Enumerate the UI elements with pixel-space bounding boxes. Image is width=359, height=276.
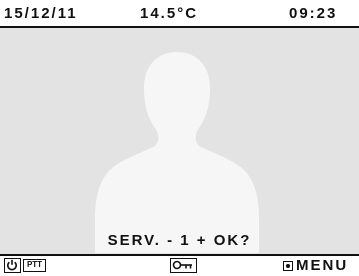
menu-button[interactable]: MENU	[296, 257, 348, 275]
key-icon	[172, 260, 192, 270]
power-icon	[7, 259, 17, 271]
service-prompt: SERV. - 1 + OK?	[107, 232, 252, 249]
door-key-button[interactable]	[170, 258, 197, 273]
power-button[interactable]	[4, 258, 21, 273]
menu-indicator-icon	[283, 261, 293, 271]
time-readout: 09:23	[289, 5, 338, 22]
ptt-button[interactable]: PTT	[23, 259, 46, 272]
softkey-bar: PTT MENU	[0, 254, 359, 276]
intercom-screen: 15/12/11 14.5°C 09:23 SERV. - 1 + OK? PT…	[0, 0, 359, 276]
date-readout: 15/12/11	[4, 5, 78, 22]
person-silhouette-icon	[93, 50, 261, 253]
temperature-readout: 14.5°C	[140, 5, 199, 22]
status-bar: 15/12/11 14.5°C 09:23	[0, 0, 359, 28]
